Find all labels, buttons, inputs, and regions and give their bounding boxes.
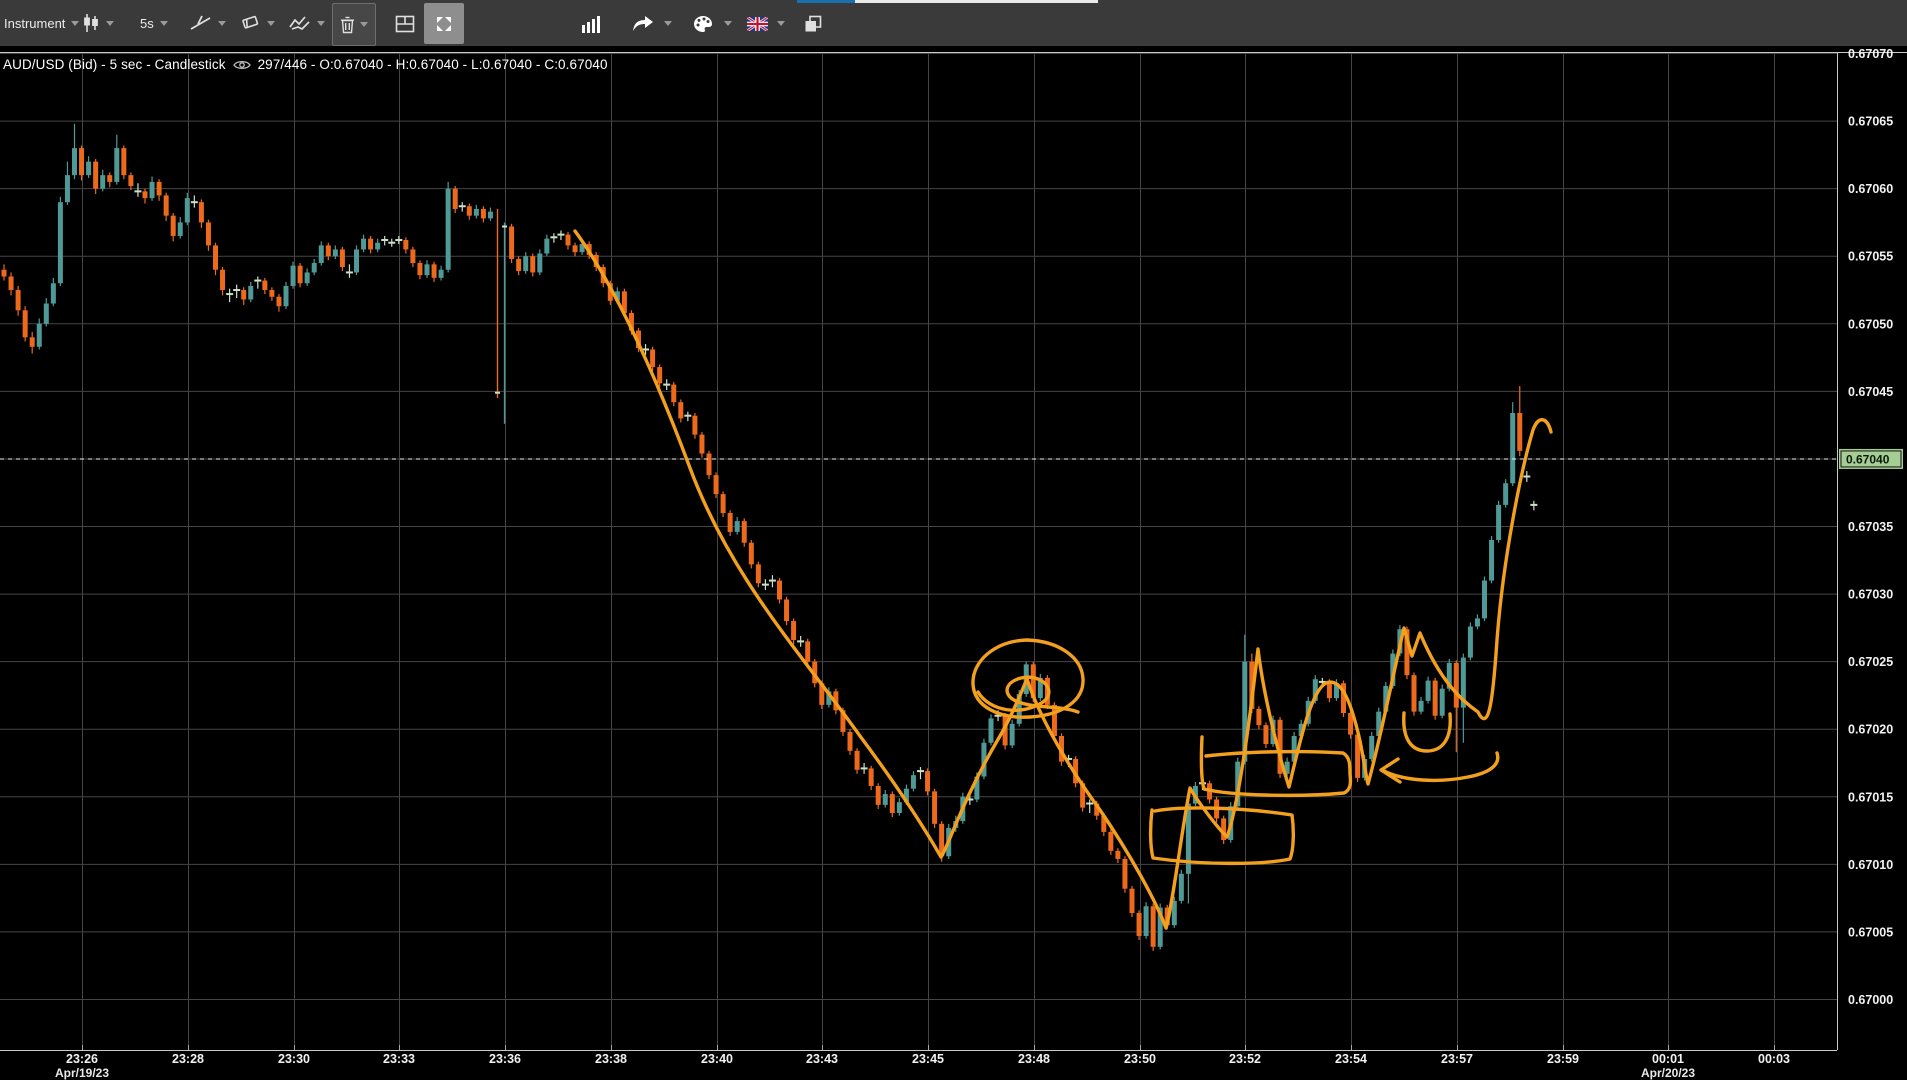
time-axis-label: 23:43 bbox=[806, 1052, 838, 1066]
price-axis-label: 0.67070 bbox=[1848, 47, 1893, 61]
time-axis-date-label: Apr/20/23 bbox=[1641, 1066, 1695, 1080]
chevron-down-icon[interactable] bbox=[317, 20, 325, 26]
chevron-down-icon[interactable] bbox=[360, 22, 368, 27]
grid-icon bbox=[395, 15, 415, 33]
tab-indicator-blue bbox=[797, 0, 855, 3]
time-axis-label: 23:45 bbox=[912, 1052, 944, 1066]
price-axis-label: 0.67025 bbox=[1848, 655, 1893, 669]
time-axis-label: 23:28 bbox=[172, 1052, 204, 1066]
trendline-icon bbox=[190, 14, 212, 32]
time-axis-label: 00:01 bbox=[1652, 1052, 1684, 1066]
share-button[interactable] bbox=[626, 3, 660, 44]
chevron-down-icon[interactable] bbox=[218, 20, 226, 26]
time-axis-label: 23:52 bbox=[1229, 1052, 1261, 1066]
interval-selector-label: 5s bbox=[140, 15, 154, 31]
time-axis-label: 00:03 bbox=[1758, 1052, 1790, 1066]
crosshair-mode-button[interactable] bbox=[424, 3, 464, 44]
indicator-tool-button[interactable] bbox=[289, 0, 325, 46]
copy-window-button[interactable] bbox=[796, 3, 830, 44]
candlestick-icon bbox=[82, 13, 100, 33]
time-axis-label: 23:36 bbox=[489, 1052, 521, 1066]
time-axis-label: 23:57 bbox=[1441, 1052, 1473, 1066]
chart-title: AUD/USD (Bid) - 5 sec - Candlestick bbox=[3, 57, 226, 72]
chart-area[interactable]: 0.67070 0.67065 0.67060 0.67055 0.67050 0.670… bbox=[0, 0, 1907, 1080]
palette-icon bbox=[693, 15, 713, 33]
time-axis-label: 23:26 bbox=[66, 1052, 98, 1066]
palette-button[interactable] bbox=[686, 3, 720, 44]
eye-icon[interactable] bbox=[232, 59, 251, 71]
eraser-tool-button[interactable] bbox=[241, 0, 275, 46]
price-axis-label: 0.67060 bbox=[1848, 182, 1893, 196]
chevron-down-icon[interactable] bbox=[71, 20, 80, 26]
chart-header: AUD/USD (Bid) - 5 sec - Candlestick 297/… bbox=[3, 57, 608, 72]
price-axis-label: 0.67020 bbox=[1848, 723, 1893, 737]
chevron-down-icon[interactable] bbox=[777, 21, 785, 26]
bars-icon bbox=[581, 15, 601, 33]
zigzag-icon bbox=[289, 15, 311, 31]
chevron-down-icon[interactable] bbox=[159, 20, 168, 26]
current-price-value: 0.67040 bbox=[1846, 452, 1890, 466]
time-axis-label: 23:38 bbox=[595, 1052, 627, 1066]
time-axis-label: 23:30 bbox=[278, 1052, 310, 1066]
price-axis-label: 0.67010 bbox=[1848, 858, 1893, 872]
candlestick-chart[interactable]: 0.67070 0.67065 0.67060 0.67055 0.67050 0.670… bbox=[0, 0, 1907, 1080]
time-axis-date-label: Apr/19/23 bbox=[55, 1066, 109, 1080]
volume-bars-button[interactable] bbox=[574, 3, 608, 44]
time-axis-label: 23:40 bbox=[701, 1052, 733, 1066]
chart-ohlc-readout: 297/446 - O:0.67040 - H:0.67040 - L:0.67… bbox=[257, 57, 608, 72]
price-axis-label: 0.67055 bbox=[1848, 250, 1893, 264]
trash-icon bbox=[340, 16, 355, 34]
eraser-icon bbox=[241, 15, 261, 31]
chevron-down-icon[interactable] bbox=[664, 21, 672, 26]
time-axis-label: 23:48 bbox=[1018, 1052, 1050, 1066]
trendline-tool-button[interactable] bbox=[190, 0, 226, 46]
time-axis-label: 23:50 bbox=[1124, 1052, 1156, 1066]
copy-icon bbox=[804, 15, 822, 33]
trading-platform-window: 0.67070 0.67065 0.67060 0.67055 0.67050 0.670… bbox=[0, 0, 1907, 1080]
chevron-down-icon[interactable] bbox=[106, 20, 114, 26]
time-axis-label: 23:33 bbox=[383, 1052, 415, 1066]
price-axis-label: 0.67000 bbox=[1848, 993, 1893, 1007]
time-axis-label: 23:59 bbox=[1547, 1052, 1579, 1066]
chart-style-button[interactable] bbox=[82, 0, 114, 46]
tab-indicator-white bbox=[855, 0, 1098, 3]
price-axis-label: 0.67030 bbox=[1848, 588, 1893, 602]
instrument-selector[interactable]: Instrument bbox=[4, 0, 80, 46]
instrument-selector-label: Instrument bbox=[4, 15, 66, 31]
grid-layout-button[interactable] bbox=[388, 3, 422, 44]
move-icon bbox=[433, 13, 455, 35]
price-axis-label: 0.67045 bbox=[1848, 385, 1893, 399]
toolbar: Instrument 5s bbox=[0, 0, 1907, 46]
price-axis-label: 0.67035 bbox=[1848, 520, 1893, 534]
flag-uk-icon bbox=[746, 16, 768, 31]
chevron-down-icon[interactable] bbox=[267, 20, 275, 26]
language-button[interactable] bbox=[740, 3, 774, 44]
time-axis-label: 23:54 bbox=[1335, 1052, 1367, 1066]
share-icon bbox=[632, 15, 654, 33]
price-axis-label: 0.67065 bbox=[1848, 115, 1893, 129]
price-axis-label: 0.67015 bbox=[1848, 790, 1893, 804]
price-axis-label: 0.67050 bbox=[1848, 317, 1893, 331]
interval-selector[interactable]: 5s bbox=[140, 0, 168, 46]
chevron-down-icon[interactable] bbox=[724, 21, 732, 26]
delete-drawings-button[interactable] bbox=[332, 3, 376, 46]
price-axis-label: 0.67005 bbox=[1848, 925, 1893, 939]
